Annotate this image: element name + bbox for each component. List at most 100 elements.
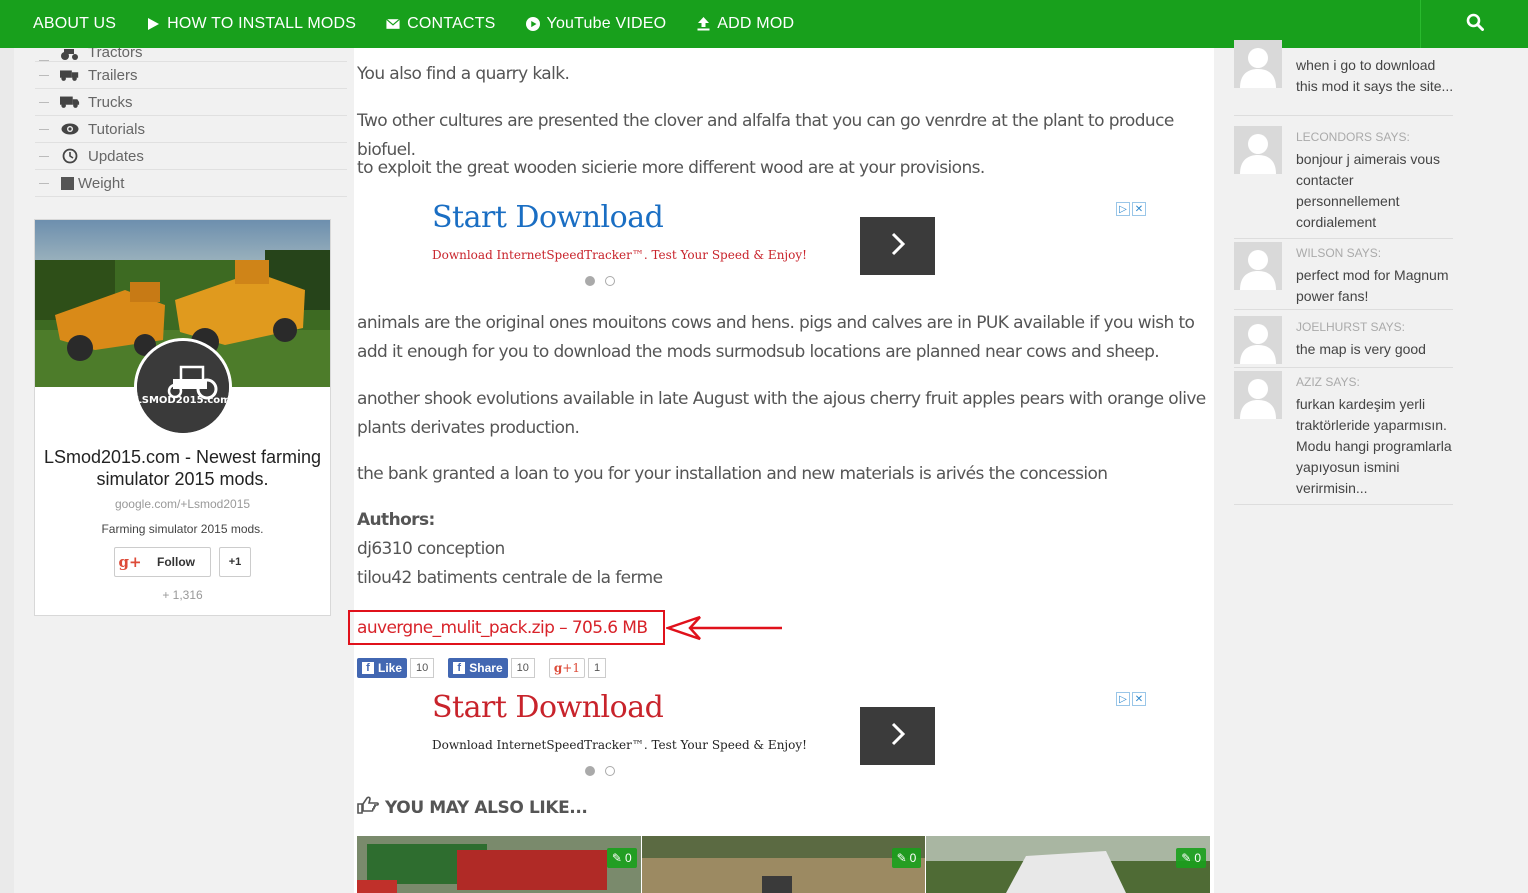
article-paragraph: to exploit the great wooden sicierie mor…	[357, 158, 985, 178]
comment-count-badge[interactable]: ✎ 0	[1176, 848, 1207, 868]
page-name[interactable]: LSmod2015.com - Newest farming simulator…	[35, 446, 330, 490]
tractor-icon	[60, 48, 80, 61]
left-sidebar: Tractors Trailers Trucks Tutorials Updat…	[14, 48, 354, 893]
close-icon[interactable]: ✕	[1132, 202, 1146, 216]
ad-choices[interactable]: ▷ ✕	[1116, 202, 1146, 216]
list-dash	[39, 182, 49, 184]
nav-how-to-install[interactable]: HOW TO INSTALL MODS	[131, 0, 371, 48]
facebook-like-button[interactable]: f Like	[357, 658, 408, 678]
ad-subtitle[interactable]: Download InternetSpeedTracker™. Test You…	[432, 248, 807, 262]
category-updates[interactable]: Updates	[35, 143, 347, 170]
related-post-thumbnail[interactable]: ✎ 0	[357, 836, 641, 893]
pagination-dot[interactable]	[585, 276, 595, 286]
history-icon	[60, 148, 80, 164]
recent-comment[interactable]: WILSON SAYS: perfect mod for Magnum powe…	[1234, 242, 1453, 310]
nav-about-us-label: ABOUT US	[33, 15, 117, 32]
category-label: Tractors	[88, 48, 143, 61]
article-paragraph: another shook evolutions available in la…	[357, 389, 1206, 438]
recent-comment[interactable]: AZIZ SAYS: furkan kardeşim yerli traktör…	[1234, 371, 1453, 505]
recent-comment[interactable]: when i go to download this mod it says t…	[1234, 40, 1453, 116]
comment-icon: ✎	[1181, 851, 1192, 865]
page-description: Farming simulator 2015 mods.	[101, 522, 264, 536]
nav-youtube-video[interactable]: YouTube VIDEO	[511, 0, 682, 48]
nav-how-to-install-label: HOW TO INSTALL MODS	[167, 15, 357, 32]
ad-title[interactable]: Start Download	[432, 200, 664, 235]
google-plus-one-button[interactable]: g +1	[548, 658, 585, 678]
trailer-icon	[60, 68, 80, 82]
comment-author: WILSON SAYS:	[1296, 246, 1382, 260]
avatar[interactable]: LSMOD2015.com	[134, 338, 232, 436]
play-icon	[146, 17, 160, 31]
ad-title[interactable]: Start Download	[432, 690, 664, 725]
category-tractors[interactable]: Tractors	[35, 48, 347, 62]
ad-next-button[interactable]	[860, 217, 935, 275]
gplus-count: 1	[587, 658, 607, 678]
comment-text[interactable]: the map is very good	[1296, 339, 1456, 360]
ad-choices[interactable]: ▷ ✕	[1116, 692, 1146, 706]
category-trucks[interactable]: Trucks	[35, 89, 347, 116]
related-post-thumbnail[interactable]: ✎ 0	[641, 836, 926, 893]
category-tutorials[interactable]: Tutorials	[35, 116, 347, 143]
comment-author: JOELHURST SAYS:	[1296, 320, 1405, 334]
chevron-right-icon	[890, 721, 906, 752]
list-dash	[39, 128, 49, 130]
truck-icon	[60, 95, 80, 109]
avatar	[1234, 316, 1282, 364]
avatar	[1234, 242, 1282, 290]
search-icon	[1466, 13, 1484, 36]
nav-youtube-video-label: YouTube VIDEO	[546, 15, 667, 32]
page-url[interactable]: google.com/+Lsmod2015	[35, 497, 330, 511]
close-icon[interactable]: ✕	[1132, 692, 1146, 706]
category-label: Updates	[88, 147, 144, 165]
category-label: Weight	[78, 174, 125, 192]
ad-subtitle[interactable]: Download InternetSpeedTracker™. Test You…	[432, 738, 807, 752]
comment-author: AZIZ SAYS:	[1296, 375, 1360, 389]
hand-pointer-icon	[357, 796, 379, 819]
follow-label: Follow	[157, 555, 195, 569]
download-link[interactable]: auvergne_mulit_pack.zip – 705.6 MB	[348, 610, 665, 645]
advertisement[interactable]: Start Download Download InternetSpeedTra…	[354, 196, 1214, 296]
pagination-dot[interactable]	[605, 276, 615, 286]
eye-icon	[60, 122, 80, 136]
comment-count-badge[interactable]: ✎ 0	[606, 848, 637, 868]
pagination-dot[interactable]	[585, 766, 595, 776]
category-weight[interactable]: Weight	[35, 170, 347, 197]
comment-count-badge[interactable]: ✎ 0	[891, 848, 922, 868]
nav-add-mod-label: ADD MOD	[717, 15, 795, 32]
comment-count: 0	[624, 851, 632, 865]
nav-contacts[interactable]: CONTACTS	[371, 0, 510, 48]
right-sidebar: when i go to download this mod it says t…	[1214, 40, 1528, 893]
category-label: Trucks	[88, 93, 133, 111]
comment-icon: ✎	[896, 851, 907, 865]
comment-author: LECONDORS SAYS:	[1296, 130, 1410, 144]
pagination-dot[interactable]	[605, 766, 615, 776]
nav-contacts-label: CONTACTS	[407, 15, 496, 32]
nav-add-mod[interactable]: ADD MOD	[681, 0, 809, 48]
article-paragraph: You also find a quarry kalk.	[357, 64, 570, 84]
google-plus-icon: g	[553, 661, 563, 675]
nav-about-us[interactable]: ABOUT US	[0, 0, 131, 48]
plus-one-button[interactable]: +1	[219, 547, 251, 577]
comment-text[interactable]: perfect mod for Magnum power fans!	[1296, 265, 1456, 307]
facebook-icon: f	[453, 662, 466, 674]
avatar	[1234, 40, 1282, 88]
follow-button[interactable]: g+ Follow	[114, 547, 211, 577]
comment-text[interactable]: when i go to download this mod it says t…	[1296, 55, 1456, 97]
list-dash	[39, 155, 49, 157]
follower-count: + 1,316	[162, 588, 203, 602]
authors-heading: Authors:	[357, 510, 435, 530]
advertisement[interactable]: Start Download Download InternetSpeedTra…	[354, 686, 1214, 786]
recent-comment[interactable]: JOELHURST SAYS: the map is very good	[1234, 316, 1453, 368]
share-count: 10	[510, 658, 535, 678]
related-posts-title: YOU MAY ALSO LIKE...	[385, 797, 588, 818]
ad-next-button[interactable]	[860, 707, 935, 765]
comment-text[interactable]: furkan kardeşim yerli traktörleride yapa…	[1296, 394, 1456, 499]
comment-count: 0	[909, 851, 917, 865]
ad-pagination	[585, 276, 615, 286]
category-trailers[interactable]: Trailers	[35, 62, 347, 89]
comment-text[interactable]: bonjour j aimerais vous contacter person…	[1296, 149, 1456, 233]
recent-comment[interactable]: LECONDORS SAYS: bonjour j aimerais vous …	[1234, 126, 1453, 239]
facebook-share-button[interactable]: f Share	[448, 658, 508, 678]
article-paragraph: the bank granted a loan to you for your …	[357, 464, 1108, 484]
related-post-thumbnail[interactable]: ✎ 0	[926, 836, 1211, 893]
